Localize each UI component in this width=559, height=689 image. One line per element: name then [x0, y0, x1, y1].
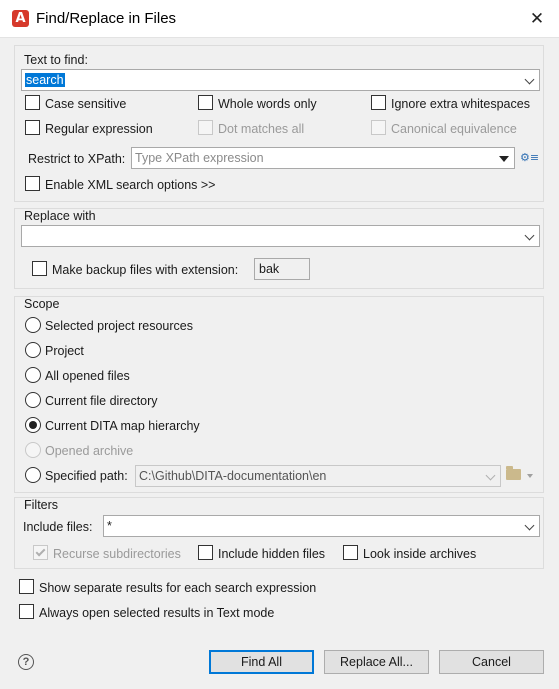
filters-label: Filters: [24, 498, 59, 512]
ignore-whitespace-checkbox[interactable]: [371, 95, 386, 110]
canonical-label: Canonical equivalence: [391, 122, 517, 136]
whole-words-label: Whole words only: [218, 97, 317, 111]
title-bar: A Find/Replace in Files ✕: [0, 0, 559, 38]
chevron-down-icon[interactable]: [524, 230, 535, 241]
check-icon: [35, 546, 46, 557]
find-all-button[interactable]: Find All: [209, 650, 314, 674]
dropdown-arrow-icon[interactable]: [527, 474, 533, 478]
regex-checkbox[interactable]: [25, 120, 40, 135]
backup-checkbox[interactable]: [32, 261, 47, 276]
replace-all-button[interactable]: Replace All...: [324, 650, 429, 674]
backup-extension-field[interactable]: bak: [254, 258, 310, 280]
gear-icon[interactable]: ⚙≡: [520, 152, 539, 164]
scope-radio-dita-map[interactable]: [25, 417, 41, 433]
include-files-label: Include files:: [23, 520, 93, 534]
whole-words-checkbox[interactable]: [198, 95, 213, 110]
case-sensitive-checkbox[interactable]: [25, 95, 40, 110]
app-icon: A: [12, 10, 29, 27]
find-text-value: search: [25, 73, 65, 87]
include-files-value: *: [107, 519, 112, 533]
xpath-placeholder: Type XPath expression: [135, 151, 264, 165]
regex-label: Regular expression: [45, 122, 153, 136]
specified-path-combo: C:\Github\DITA-documentation\en: [135, 465, 501, 487]
scope-radio-current-dir[interactable]: [25, 392, 41, 408]
scope-radio-project[interactable]: [25, 342, 41, 358]
scope-option-label: Current file directory: [45, 394, 158, 408]
chevron-down-icon: [485, 470, 496, 481]
help-icon[interactable]: ?: [18, 654, 34, 670]
scope-radio-opened-archive: [25, 442, 41, 458]
canonical-checkbox: [371, 120, 386, 135]
dropdown-arrow-icon[interactable]: [499, 156, 509, 162]
scope-option-label: Specified path:: [45, 469, 128, 483]
case-sensitive-label: Case sensitive: [45, 97, 127, 111]
archives-checkbox[interactable]: [343, 545, 358, 560]
archives-label: Look inside archives: [363, 547, 477, 561]
replace-text-combo[interactable]: [21, 225, 540, 247]
xml-options-checkbox[interactable]: [25, 176, 40, 191]
separate-results-label: Show separate results for each search ex…: [39, 581, 317, 595]
scope-radio-selected-resources[interactable]: [25, 317, 41, 333]
close-icon[interactable]: ✕: [522, 4, 552, 34]
scope-option-label: All opened files: [45, 369, 130, 383]
text-mode-checkbox[interactable]: [19, 604, 34, 619]
dot-matches-checkbox: [198, 120, 213, 135]
chevron-down-icon[interactable]: [524, 520, 535, 531]
backup-label: Make backup files with extension:: [52, 263, 239, 277]
specified-path-value: C:\Github\DITA-documentation\en: [139, 469, 327, 483]
hidden-files-checkbox[interactable]: [198, 545, 213, 560]
scope-radio-all-opened[interactable]: [25, 367, 41, 383]
find-text-combo[interactable]: search: [21, 69, 540, 91]
scope-option-label: Selected project resources: [45, 319, 193, 333]
hidden-files-label: Include hidden files: [218, 547, 326, 561]
scope-label: Scope: [24, 297, 60, 311]
xpath-combo[interactable]: Type XPath expression: [131, 147, 515, 169]
folder-icon[interactable]: [506, 466, 521, 480]
scope-radio-specified-path[interactable]: [25, 467, 41, 483]
separate-results-checkbox[interactable]: [19, 579, 34, 594]
scope-option-label: Project: [45, 344, 84, 358]
radio-dot: [29, 421, 37, 429]
recurse-label: Recurse subdirectories: [53, 547, 181, 561]
cancel-button[interactable]: Cancel: [439, 650, 544, 674]
window-title: Find/Replace in Files: [36, 10, 177, 27]
include-files-combo[interactable]: *: [103, 515, 540, 537]
text-mode-label: Always open selected results in Text mod…: [39, 606, 275, 620]
xml-options-label: Enable XML search options >>: [45, 178, 216, 192]
text-to-find-label: Text to find:: [24, 53, 88, 67]
ignore-whitespace-label: Ignore extra whitespaces: [391, 97, 530, 111]
scope-option-label: Opened archive: [45, 444, 134, 458]
dot-matches-label: Dot matches all: [218, 122, 305, 136]
chevron-down-icon[interactable]: [524, 74, 535, 85]
scope-option-label: Current DITA map hierarchy: [45, 419, 200, 433]
recurse-checkbox: [33, 545, 48, 560]
replace-with-label: Replace with: [24, 209, 96, 223]
xpath-label: Restrict to XPath:: [28, 152, 126, 166]
